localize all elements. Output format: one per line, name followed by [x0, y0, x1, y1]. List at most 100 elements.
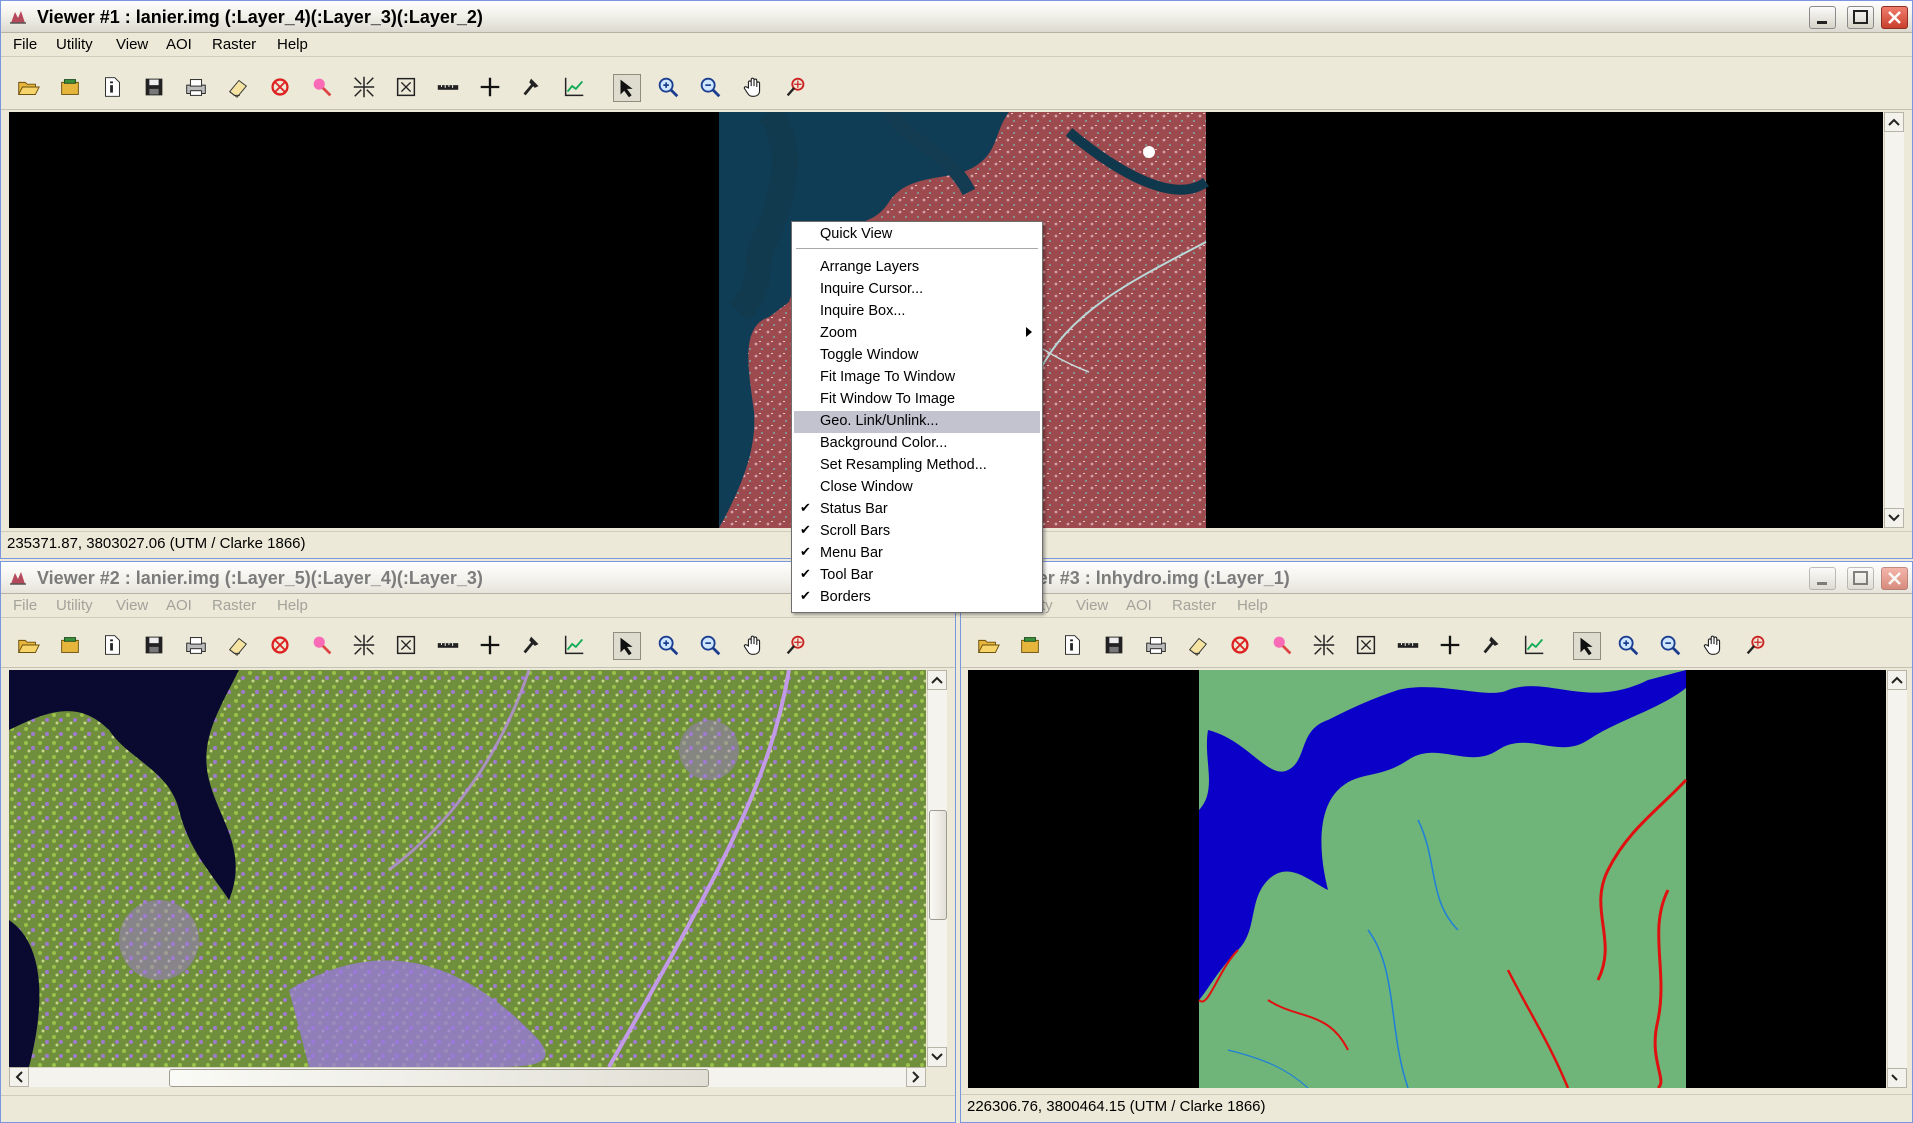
zoom-out-tool-button[interactable]: [697, 74, 725, 102]
info-tool-button[interactable]: [99, 74, 127, 102]
scroll-up-button[interactable]: [927, 670, 947, 690]
menu-view[interactable]: View: [116, 597, 148, 614]
menu-item-quick-view[interactable]: Quick View: [794, 224, 1040, 246]
menu-item-geo-link-unlink[interactable]: Geo. Link/Unlink...: [794, 411, 1040, 433]
measure-tool-button[interactable]: [1269, 632, 1297, 660]
clear-tool-button[interactable]: [1227, 632, 1255, 660]
pick-tool-button[interactable]: [519, 632, 547, 660]
inquire-tool-button[interactable]: [783, 74, 811, 102]
scroll-left-button[interactable]: [9, 1067, 29, 1087]
viewer3-titlebar[interactable]: Viewer #3 : lnhydro.img (:Layer_1): [961, 562, 1912, 594]
maximize-button[interactable]: [1847, 567, 1874, 590]
save-tool-button[interactable]: [141, 632, 169, 660]
clear-tool-button[interactable]: [267, 74, 295, 102]
menu-utility[interactable]: Utility: [56, 597, 93, 614]
zoom-in-tool-button[interactable]: [655, 74, 683, 102]
profile-tool-button[interactable]: [1521, 632, 1549, 660]
menu-file[interactable]: File: [13, 36, 37, 53]
new-layer-tool-button[interactable]: [1017, 632, 1045, 660]
menu-utility[interactable]: Utility: [56, 36, 93, 53]
select-arrow-tool-button[interactable]: [1573, 632, 1601, 660]
profile-tool-button[interactable]: [561, 632, 589, 660]
menu-view[interactable]: View: [1076, 597, 1108, 614]
minimize-button[interactable]: [1809, 567, 1836, 590]
viewer1-vscroll[interactable]: [1884, 112, 1904, 528]
viewer3-vscroll[interactable]: [1887, 670, 1907, 1088]
inquire-tool-button[interactable]: [783, 632, 811, 660]
pan-hand-tool-button[interactable]: [741, 74, 769, 102]
menu-item-toggle-window[interactable]: Toggle Window: [794, 345, 1040, 367]
print-tool-button[interactable]: [183, 74, 211, 102]
zoom-in-tool-button[interactable]: [655, 632, 683, 660]
menu-help[interactable]: Help: [277, 597, 308, 614]
scroll-right-button[interactable]: [906, 1067, 926, 1087]
menu-item-zoom[interactable]: Zoom: [794, 323, 1040, 345]
fit-out-tool-button[interactable]: [1353, 632, 1381, 660]
menu-raster[interactable]: Raster: [212, 36, 256, 53]
ruler-tool-button[interactable]: [1395, 632, 1423, 660]
vscroll-thumb[interactable]: [929, 810, 947, 920]
select-arrow-tool-button[interactable]: [613, 74, 641, 102]
menu-view[interactable]: View: [116, 36, 148, 53]
close-button[interactable]: [1881, 567, 1908, 590]
open-folder-tool-button[interactable]: [15, 632, 43, 660]
menu-item-close-window[interactable]: Close Window: [794, 477, 1040, 499]
menu-item-fit-image-to-window[interactable]: Fit Image To Window: [794, 367, 1040, 389]
minimize-button[interactable]: [1809, 6, 1836, 29]
menu-item-fit-window-to-image[interactable]: Fit Window To Image: [794, 389, 1040, 411]
viewer2-canvas[interactable]: [9, 670, 926, 1067]
scroll-down-button[interactable]: [927, 1047, 947, 1067]
menu-item-menu-bar[interactable]: ✔ Menu Bar: [794, 543, 1040, 565]
crosshair-tool-button[interactable]: [477, 632, 505, 660]
menu-aoi[interactable]: AOI: [166, 597, 192, 614]
menu-item-arrange-layers[interactable]: Arrange Layers: [794, 257, 1040, 279]
menu-item-tool-bar[interactable]: ✔ Tool Bar: [794, 565, 1040, 587]
menu-raster[interactable]: Raster: [1172, 597, 1216, 614]
viewer3-canvas[interactable]: [968, 670, 1886, 1088]
viewer1-titlebar[interactable]: Viewer #1 : lanier.img (:Layer_4)(:Layer…: [1, 1, 1912, 33]
eraser-tool-button[interactable]: [225, 74, 253, 102]
new-layer-tool-button[interactable]: [57, 632, 85, 660]
clear-tool-button[interactable]: [267, 632, 295, 660]
ruler-tool-button[interactable]: [435, 74, 463, 102]
menu-file[interactable]: File: [13, 597, 37, 614]
menu-item-borders[interactable]: ✔ Borders: [794, 587, 1040, 609]
viewer2-hscroll[interactable]: [9, 1067, 926, 1087]
scroll-up-button[interactable]: [1884, 112, 1904, 132]
menu-item-inquire-cursor[interactable]: Inquire Cursor...: [794, 279, 1040, 301]
print-tool-button[interactable]: [183, 632, 211, 660]
maximize-button[interactable]: [1847, 6, 1874, 29]
eraser-tool-button[interactable]: [1185, 632, 1213, 660]
info-tool-button[interactable]: [1059, 632, 1087, 660]
open-folder-tool-button[interactable]: [975, 632, 1003, 660]
profile-tool-button[interactable]: [561, 74, 589, 102]
eraser-tool-button[interactable]: [225, 632, 253, 660]
menu-item-inquire-box[interactable]: Inquire Box...: [794, 301, 1040, 323]
pick-tool-button[interactable]: [1479, 632, 1507, 660]
fit-out-tool-button[interactable]: [393, 632, 421, 660]
menu-item-status-bar[interactable]: ✔ Status Bar: [794, 499, 1040, 521]
measure-tool-button[interactable]: [309, 632, 337, 660]
open-folder-tool-button[interactable]: [15, 74, 43, 102]
menu-aoi[interactable]: AOI: [1126, 597, 1152, 614]
menu-help[interactable]: Help: [277, 36, 308, 53]
menu-raster[interactable]: Raster: [212, 597, 256, 614]
zoom-out-tool-button[interactable]: [697, 632, 725, 660]
print-tool-button[interactable]: [1143, 632, 1171, 660]
menu-aoi[interactable]: AOI: [166, 36, 192, 53]
scroll-down-button[interactable]: [1887, 1068, 1907, 1088]
menu-item-set-resampling-method[interactable]: Set Resampling Method...: [794, 455, 1040, 477]
inquire-tool-button[interactable]: [1743, 632, 1771, 660]
fit-in-tool-button[interactable]: [1311, 632, 1339, 660]
select-arrow-tool-button[interactable]: [613, 632, 641, 660]
viewer2-vscroll[interactable]: [927, 670, 947, 1067]
fit-in-tool-button[interactable]: [351, 632, 379, 660]
menu-item-background-color[interactable]: Background Color...: [794, 433, 1040, 455]
pan-hand-tool-button[interactable]: [741, 632, 769, 660]
info-tool-button[interactable]: [99, 632, 127, 660]
pick-tool-button[interactable]: [519, 74, 547, 102]
pan-hand-tool-button[interactable]: [1701, 632, 1729, 660]
scroll-up-button[interactable]: [1887, 670, 1907, 690]
new-layer-tool-button[interactable]: [57, 74, 85, 102]
crosshair-tool-button[interactable]: [477, 74, 505, 102]
